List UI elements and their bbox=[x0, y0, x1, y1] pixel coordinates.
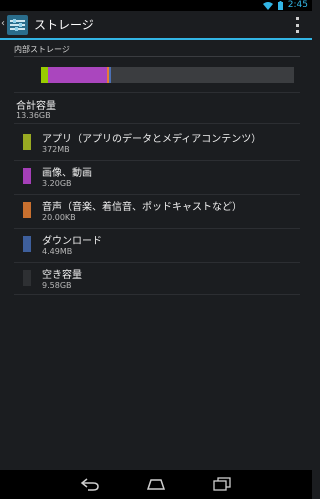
category-label: 画像、動画 bbox=[42, 168, 92, 179]
storage-segment-apps bbox=[41, 67, 48, 83]
category-value: 4.49MB bbox=[42, 247, 73, 256]
storage-segment-pictures bbox=[47, 67, 108, 83]
overflow-menu-icon[interactable] bbox=[295, 17, 299, 33]
audio-color-swatch bbox=[23, 202, 31, 218]
category-row-audio[interactable]: 音声（音楽、着信音、ポッドキャストなど） 20.00KB bbox=[0, 196, 312, 228]
divider bbox=[14, 194, 300, 195]
category-value: 3.20GB bbox=[42, 179, 72, 188]
page-title: ストレージ bbox=[34, 18, 94, 32]
back-icon[interactable] bbox=[78, 474, 102, 494]
category-row-free[interactable]: 空き容量 9.58GB bbox=[0, 264, 312, 296]
status-time: 2:45 bbox=[287, 0, 308, 10]
category-row-pictures[interactable]: 画像、動画 3.20GB bbox=[0, 162, 312, 194]
storage-usage-bar bbox=[41, 67, 294, 83]
pictures-color-swatch bbox=[23, 168, 31, 184]
navigation-bar bbox=[0, 470, 312, 499]
divider bbox=[14, 92, 300, 93]
category-row-apps[interactable]: アプリ（アプリのデータとメディアコンテンツ） 372MB bbox=[0, 128, 312, 160]
free-color-swatch bbox=[23, 270, 31, 286]
divider bbox=[14, 123, 300, 124]
divider bbox=[14, 228, 300, 229]
divider bbox=[14, 262, 300, 263]
category-value: 372MB bbox=[42, 145, 70, 154]
downloads-color-swatch bbox=[23, 236, 31, 252]
status-icons: 2:45 bbox=[262, 0, 308, 11]
action-bar: ‹ ストレージ bbox=[0, 11, 312, 40]
settings-app-icon[interactable] bbox=[7, 15, 28, 35]
category-label: アプリ（アプリのデータとメディアコンテンツ） bbox=[42, 134, 262, 145]
total-capacity-value: 13.36GB bbox=[16, 111, 51, 120]
section-header: 内部ストレージ bbox=[14, 45, 70, 54]
category-row-downloads[interactable]: ダウンロード 4.49MB bbox=[0, 230, 312, 262]
apps-color-swatch bbox=[23, 134, 31, 150]
section-divider bbox=[14, 56, 300, 57]
divider bbox=[14, 160, 300, 161]
up-caret-icon[interactable]: ‹ bbox=[1, 18, 5, 30]
home-icon[interactable] bbox=[144, 474, 168, 494]
total-capacity-label: 合計容量 bbox=[16, 101, 56, 112]
status-bar: 2:45 bbox=[0, 0, 312, 11]
category-label: ダウンロード bbox=[42, 236, 102, 247]
category-value: 20.00KB bbox=[42, 213, 76, 222]
battery-icon bbox=[277, 1, 283, 10]
divider bbox=[14, 294, 300, 295]
sliders-icon bbox=[10, 19, 25, 31]
wifi-icon bbox=[262, 1, 273, 10]
storage-segment-free bbox=[110, 67, 294, 83]
category-value: 9.58GB bbox=[42, 281, 72, 290]
category-label: 音声（音楽、着信音、ポッドキャストなど） bbox=[42, 202, 242, 213]
category-label: 空き容量 bbox=[42, 270, 82, 281]
recent-apps-icon[interactable] bbox=[210, 474, 234, 494]
